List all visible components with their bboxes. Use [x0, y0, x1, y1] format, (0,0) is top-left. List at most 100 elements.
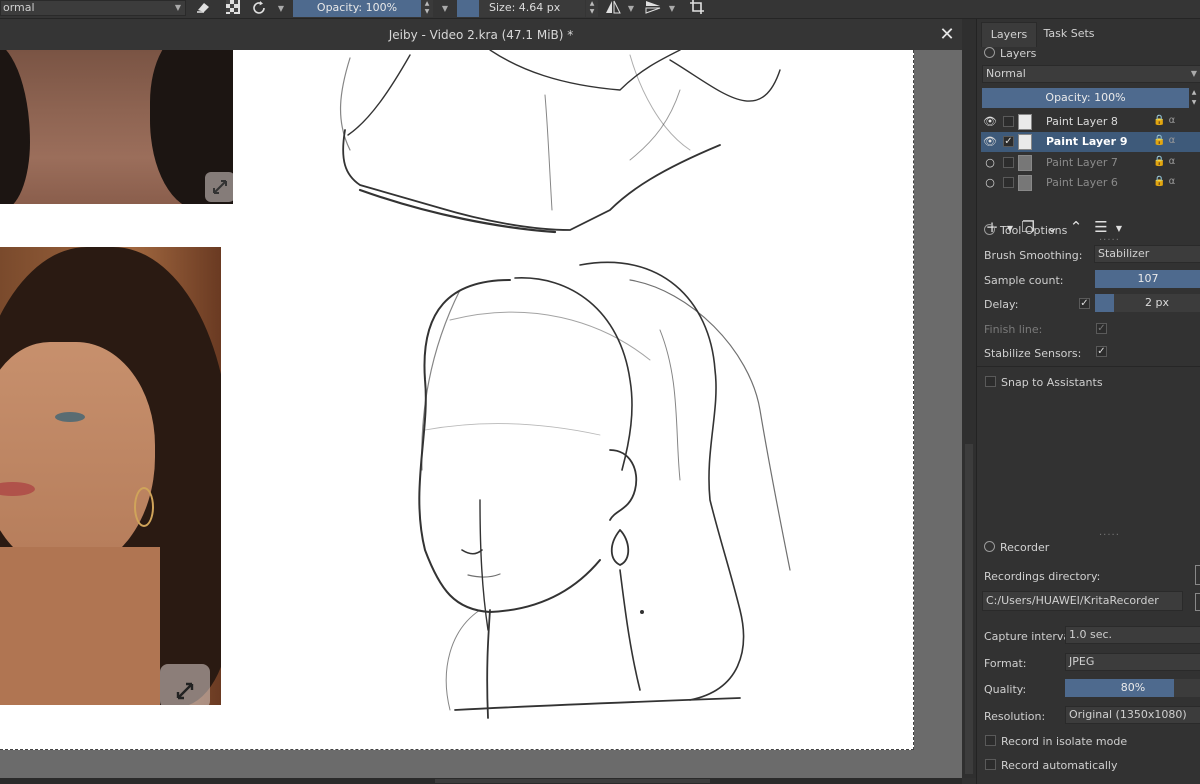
alpha-icon[interactable] [224, 0, 242, 17]
layer-row[interactable]: 👁 Paint Layer 8 🔒 α [981, 112, 1200, 132]
crop-icon[interactable] [688, 0, 706, 17]
size-spin-buttons[interactable]: ▲ ▼ [586, 0, 598, 17]
mirror-vertical-icon[interactable] [644, 0, 662, 17]
brush-smoothing-select[interactable]: Stabilizer [1094, 245, 1200, 263]
tab-layers[interactable]: Layers [981, 22, 1037, 47]
eye-hidden-icon[interactable]: ○ [983, 176, 997, 190]
tab-task-sets[interactable]: Task Sets [1037, 22, 1101, 46]
canvas-viewport[interactable] [0, 50, 962, 778]
layer-thumbnail [1018, 155, 1032, 171]
finish-line-checkbox[interactable]: ✓ [1096, 323, 1107, 334]
layer-name: Paint Layer 6 [1046, 176, 1118, 189]
layer-checkbox[interactable] [1003, 177, 1014, 188]
brush-smoothing-label: Brush Smoothing: [984, 249, 1083, 262]
capture-interval-field[interactable]: 1.0 sec. [1065, 626, 1200, 644]
format-select[interactable]: JPEG [1065, 653, 1200, 671]
eye-icon[interactable]: 👁 [983, 115, 997, 129]
size-slider[interactable]: Size: 4.64 px [479, 0, 585, 17]
record-isolate-label: Record in isolate mode [1001, 735, 1128, 748]
layer-flags-icons[interactable]: 🔒 α [1153, 176, 1175, 187]
layer-row-selected[interactable]: 👁 ✓ Paint Layer 9 🔒 α [981, 132, 1200, 152]
layer-row[interactable]: ○ Paint Layer 6 🔒 α [981, 173, 1200, 193]
layer-name: Paint Layer 9 [1046, 135, 1128, 148]
reload-icon[interactable] [250, 0, 268, 17]
layer-flags-icons[interactable]: 🔒 α [1153, 115, 1175, 126]
opacity-spin-buttons[interactable]: ▲ ▼ [421, 0, 433, 17]
panel-resize-grip[interactable]: ····· [1099, 530, 1120, 541]
canvas-horizontal-scrollbar[interactable] [0, 778, 962, 784]
delay-slider-fill [1095, 294, 1114, 312]
layer-blend-mode-select[interactable]: Normal ▼ [982, 65, 1200, 83]
delay-checkbox[interactable]: ✓ [1079, 298, 1090, 309]
folder-icon[interactable] [1195, 565, 1200, 585]
sample-count-label: Sample count: [984, 274, 1064, 287]
chevron-down-icon[interactable]: ▼ [1109, 224, 1129, 233]
layer-checkbox[interactable] [1003, 157, 1014, 168]
brush-toolbar: ormal ▼ ▼ Opacity: 100% ▲ ▼ ▼ Size: 4.64 … [0, 0, 1200, 19]
chevron-down-icon: ▼ [1190, 69, 1197, 78]
layer-thumbnail [1018, 134, 1032, 150]
reference-image-neck [0, 50, 233, 204]
layer-checkbox[interactable]: ✓ [1003, 136, 1014, 147]
record-isolate-checkbox[interactable] [985, 735, 996, 746]
canvas-vertical-scrollbar[interactable] [962, 19, 976, 778]
expand-icon[interactable] [205, 172, 233, 202]
layer-opacity-spin[interactable]: ▲ ▼ [1189, 88, 1199, 108]
layer-opacity-label: Opacity: 100% [1045, 91, 1126, 104]
scrollbar-thumb[interactable] [965, 444, 973, 774]
resolution-label: Resolution: [984, 710, 1046, 723]
delay-slider[interactable]: 2 px [1095, 294, 1200, 312]
scrollbar-thumb[interactable] [435, 779, 710, 783]
chevron-down-icon: ▼ [174, 3, 181, 12]
layer-row[interactable]: ○ Paint Layer 7 🔒 α [981, 153, 1200, 173]
record-automatically-label: Record automatically [1001, 759, 1118, 772]
lock-icon[interactable] [984, 541, 995, 552]
capture-interval-label: Capture interval: [984, 630, 1077, 643]
document-title: Jeiby - Video 2.kra (47.1 MiB) * [388, 28, 574, 42]
opacity-slider[interactable]: Opacity: 100% [293, 0, 421, 17]
chevron-down-icon[interactable]: ▼ [626, 0, 636, 17]
snap-to-assistants-checkbox[interactable] [985, 376, 996, 387]
stabilize-sensors-checkbox[interactable]: ✓ [1096, 346, 1107, 357]
layer-properties-icon[interactable]: ☰ [1091, 218, 1111, 236]
chevron-down-icon[interactable]: ▼ [276, 0, 286, 17]
delay-label: Delay: [984, 298, 1019, 311]
chevron-down-icon[interactable]: ▼ [667, 0, 677, 17]
recordings-directory-label: Recordings directory: [984, 570, 1101, 583]
lock-icon[interactable] [984, 224, 995, 235]
document-tab-bar: Jeiby - Video 2.kra (47.1 MiB) * ✕ [0, 19, 962, 50]
mirror-horizontal-icon[interactable] [604, 0, 622, 17]
resolution-select[interactable]: Original (1350x1080) [1065, 706, 1200, 724]
quality-slider[interactable]: 80% [1065, 679, 1200, 697]
layer-flags-icons[interactable]: 🔒 α [1153, 135, 1175, 146]
blend-mode-select[interactable]: ormal ▼ [0, 0, 186, 16]
close-icon[interactable]: ✕ [932, 19, 962, 50]
canvas-document[interactable] [0, 50, 914, 750]
layer-opacity-slider[interactable]: Opacity: 100% [982, 88, 1189, 108]
sample-count-value: 107 [1137, 272, 1159, 285]
browse-folder-icon[interactable] [1195, 593, 1200, 611]
move-layer-up-icon[interactable]: ⌃ [1066, 218, 1086, 236]
chevron-down-icon[interactable]: ▼ [440, 0, 450, 17]
neck-shape [0, 547, 160, 705]
finish-line-label: Finish line: [984, 323, 1043, 336]
delay-value: 2 px [1145, 296, 1169, 309]
lock-icon[interactable] [984, 47, 995, 58]
size-slider-fill[interactable] [457, 0, 479, 17]
layer-name: Paint Layer 8 [1046, 115, 1118, 128]
eraser-icon[interactable] [194, 0, 212, 17]
layer-checkbox[interactable] [1003, 116, 1014, 127]
layer-blend-mode-value: Normal [986, 67, 1026, 80]
layer-flags-icons[interactable]: 🔒 α [1153, 156, 1175, 167]
record-automatically-checkbox[interactable] [985, 759, 996, 770]
format-value: JPEG [1069, 655, 1095, 668]
recordings-directory-field[interactable]: C:/Users/HUAWEI/KritaRecorder [982, 591, 1183, 611]
eye-hidden-icon[interactable]: ○ [983, 156, 997, 170]
layers-panel-title: Layers [1000, 47, 1037, 60]
blend-mode-value: ormal [3, 1, 35, 14]
layer-thumbnail [1018, 175, 1032, 191]
layer-thumbnail [1018, 114, 1032, 130]
sample-count-slider[interactable]: 107 [1095, 270, 1200, 288]
eye-icon[interactable]: 👁 [983, 135, 997, 149]
expand-icon[interactable] [160, 664, 210, 705]
